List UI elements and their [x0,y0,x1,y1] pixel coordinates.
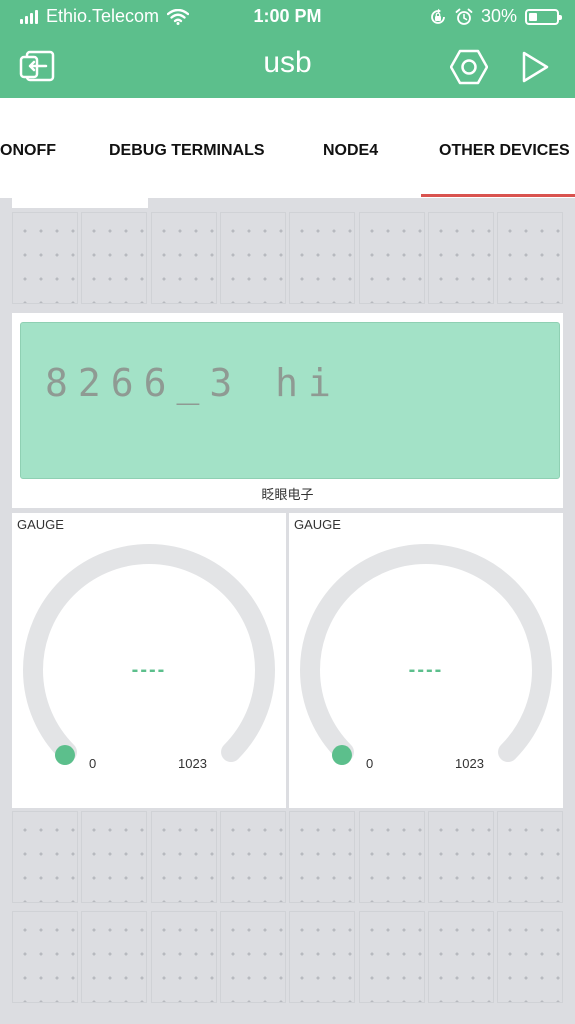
grid-cell [150,811,217,903]
lcd-widget[interactable]: 8266_3 hi 眨眼电子 [12,313,563,508]
grid-cell [427,212,494,304]
gauge-max: 1023 [455,756,484,771]
empty-grid-row-top [12,212,564,308]
settings-button[interactable] [450,48,488,86]
gauge-widget-1[interactable]: GAUGE ---- 0 1023 [12,513,286,808]
gauge-widget-2[interactable]: GAUGE ---- 0 1023 [289,513,563,808]
grid-cell [12,911,78,1003]
grid-cell [427,811,494,903]
grid-cell [497,212,564,304]
tab-debug-terminals[interactable]: DEBUG TERMINALS [109,142,265,160]
status-bar: Ethio.Telecom 1:00 PM 30% [0,0,575,32]
gauge-max: 1023 [178,756,207,771]
grid-cell [12,811,78,903]
tab-onoff[interactable]: ONOFF [0,142,56,160]
empty-grid-rows-bottom [12,811,564,1011]
grid-cell [358,911,425,1003]
tab-node4[interactable]: NODE4 [323,142,378,160]
grid-cell [358,811,425,903]
lcd-screen: 8266_3 hi [20,322,560,479]
gauge-indicator [331,745,352,766]
battery-level [529,12,537,21]
grid-cell [427,911,494,1003]
play-icon [522,51,549,83]
lcd-caption: 眨眼电子 [261,487,314,502]
grid-cell [358,212,425,304]
app-header: Ethio.Telecom 1:00 PM 30% usb [0,0,575,98]
dashboard-canvas: 8266_3 hi 眨眼电子 GAUGE ---- 0 1023 GAUGE -… [0,198,575,1024]
grid-cell [497,811,564,903]
grid-cell [81,811,148,903]
battery-percent: 30% [480,6,517,26]
title-bar: usb [0,32,575,98]
grid-cell [12,212,78,304]
grid-cell [81,212,148,304]
grid-cell [289,911,356,1003]
tab-bar: ONOFF DEBUG TERMINALS NODE4 OTHER DEVICE… [0,98,575,198]
widget-fragment [12,198,148,208]
grid-cell [219,811,286,903]
gauge-track [300,544,552,763]
grid-cell [289,212,356,304]
active-tab-indicator [421,194,575,197]
grid-cell [497,911,564,1003]
alarm-icon [455,8,473,25]
grid-cell [81,911,148,1003]
grid-cell [150,212,217,304]
gauge-indicator [54,745,75,766]
grid-cell [150,911,217,1003]
grid-cell [219,911,286,1003]
rotation-lock-icon [431,8,445,24]
grid-cell [289,811,356,903]
status-right: 30% [429,6,562,27]
tab-other-devices[interactable]: OTHER DEVICES [439,142,570,160]
gauge-min: 0 [89,756,97,771]
grid-cell [219,212,286,304]
gauge-track [23,544,275,763]
gauge-min: 0 [366,756,374,771]
gauge-value: ---- [408,659,444,681]
settings-hexagon-icon [450,49,488,85]
app: Ethio.Telecom 1:00 PM 30% usb ONOFF DEBU… [0,0,575,1024]
page-title: usb [263,46,312,79]
gauge-value: ---- [131,659,167,681]
battery-icon [525,8,562,25]
play-button[interactable] [516,48,554,86]
lcd-line-1: 8266_3 hi [45,361,341,405]
